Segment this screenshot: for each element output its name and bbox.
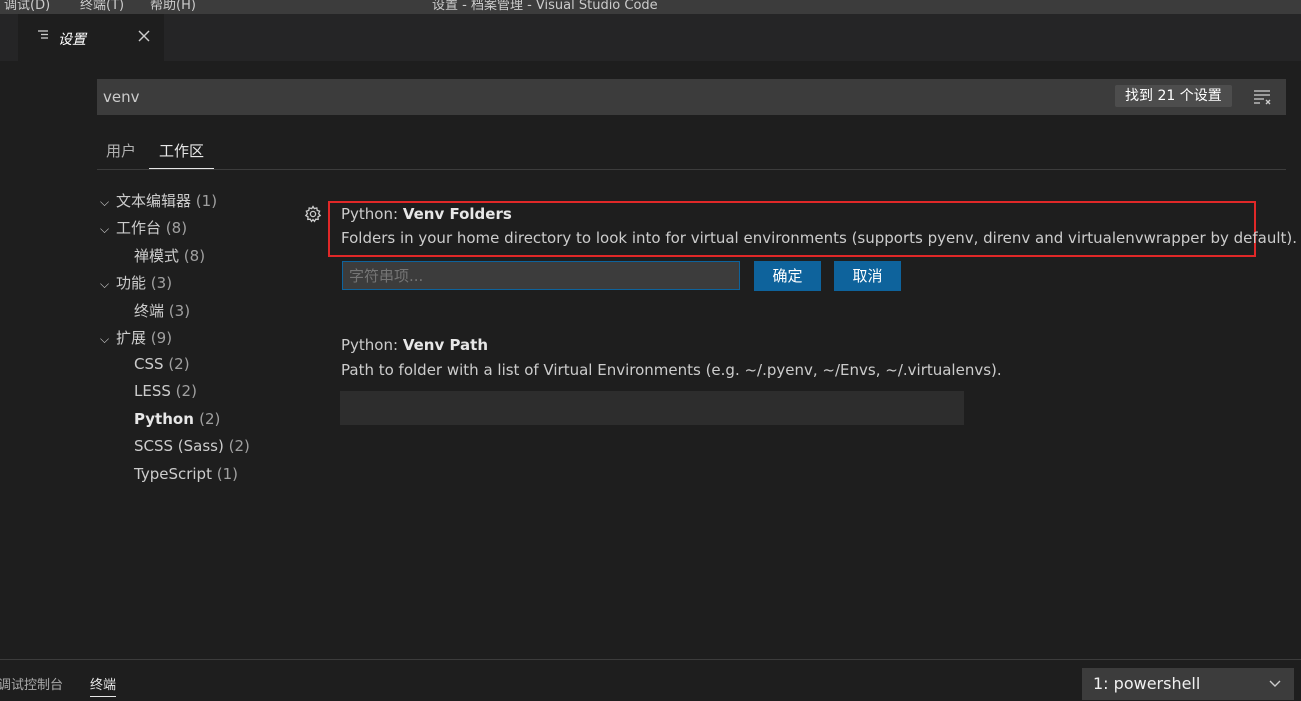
bottom-panel: 调试控制台 终端 1: powershell: [0, 659, 1301, 701]
search-result-count-badge: 找到 21 个设置: [1115, 85, 1232, 107]
filter-icon[interactable]: [1252, 87, 1272, 107]
toc-item-zen-mode[interactable]: 禅模式 (8): [134, 245, 205, 267]
menu-terminal[interactable]: 终端(T): [80, 0, 124, 13]
setting-title-venv-folders: Python: Venv Folders: [341, 205, 512, 223]
setting-description-venv-path: Path to folder with a list of Virtual En…: [341, 361, 1002, 379]
settings-scope-tabs: 用户 工作区: [97, 135, 1286, 170]
gear-icon[interactable]: [304, 205, 322, 223]
toc-item-extensions[interactable]: ⌵ 扩展 (9): [100, 327, 172, 349]
toc-item-typescript[interactable]: TypeScript (1): [134, 465, 238, 487]
tab-label: 设置: [58, 32, 86, 48]
venv-path-input[interactable]: [340, 391, 964, 425]
toc-item-workbench[interactable]: ⌵ 工作台 (8): [100, 217, 187, 239]
chevron-down-icon: [1269, 680, 1281, 687]
close-icon[interactable]: [136, 28, 152, 44]
string-item-input[interactable]: [342, 261, 740, 290]
menu-debug[interactable]: 调试(D): [4, 0, 50, 13]
settings-file-icon: [38, 30, 48, 39]
toc-item-scss[interactable]: SCSS (Sass) (2): [134, 437, 250, 459]
window-title: 设置 - 档案管理 - Visual Studio Code: [432, 0, 658, 13]
toc-item-less[interactable]: LESS (2): [134, 382, 197, 404]
toc-item-features[interactable]: ⌵ 功能 (3): [100, 272, 172, 294]
tab-user[interactable]: 用户: [106, 140, 136, 161]
tab-debug-console[interactable]: 调试控制台: [0, 674, 63, 693]
toc-item-python[interactable]: Python (2): [134, 410, 220, 432]
settings-search-input[interactable]: [97, 79, 1003, 115]
ok-button[interactable]: 确定: [754, 261, 821, 291]
tab-workspace[interactable]: 工作区: [148, 140, 215, 169]
tab-settings[interactable]: 设置: [18, 14, 164, 61]
terminal-select-value: 1: powershell: [1093, 674, 1201, 693]
setting-description-venv-folders: Folders in your home directory to look i…: [341, 229, 1298, 247]
terminal-select[interactable]: 1: powershell: [1082, 668, 1294, 700]
toc-item-css[interactable]: CSS (2): [134, 355, 190, 377]
chevron-down-icon: ⌵: [100, 195, 110, 209]
toc-item-terminal[interactable]: 终端 (3): [134, 300, 190, 322]
chevron-down-icon: ⌵: [100, 277, 110, 291]
toc-item-text-editor[interactable]: ⌵ 文本编辑器 (1): [100, 190, 217, 212]
setting-title-venv-path: Python: Venv Path: [341, 336, 489, 354]
editor-tab-bar: 设置: [0, 14, 1301, 61]
settings-search-bar: 找到 21 个设置: [97, 79, 1286, 115]
cancel-button[interactable]: 取消: [834, 261, 901, 291]
chevron-down-icon: ⌵: [100, 332, 110, 346]
tab-terminal[interactable]: 终端: [90, 674, 117, 697]
title-bar: 调试(D) 终端(T) 帮助(H) 设置 - 档案管理 - Visual Stu…: [0, 0, 1301, 14]
menu-help[interactable]: 帮助(H): [150, 0, 196, 13]
chevron-down-icon: ⌵: [100, 222, 110, 236]
